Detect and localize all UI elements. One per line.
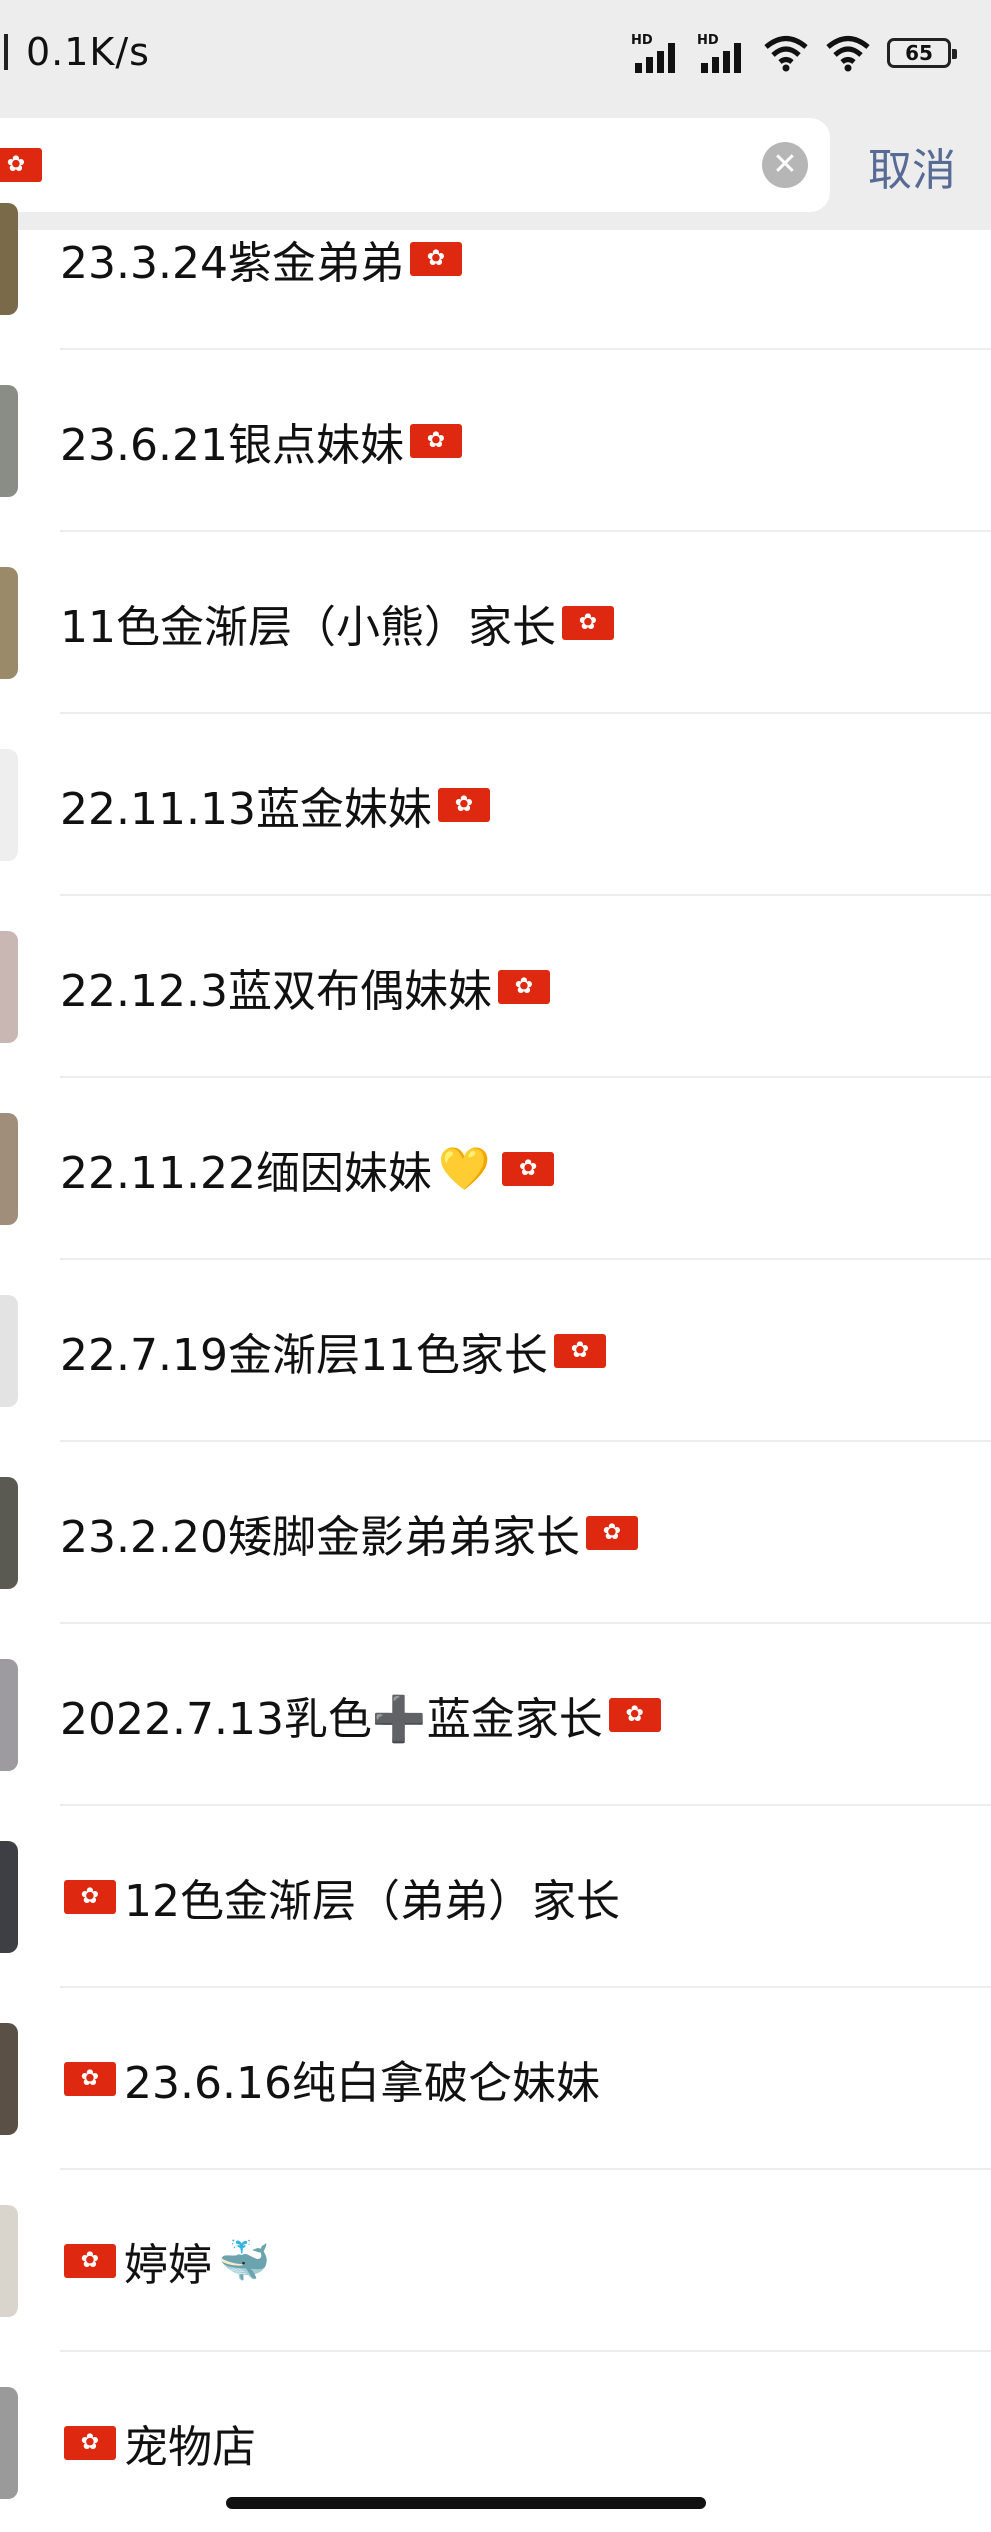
network-speed: 0.1K/s [26,30,150,74]
contact-name: 宠物店 [60,2411,256,2475]
contact-name-text: 23.6.21银点妹妹 [60,420,404,471]
avatar [0,1295,18,1407]
contact-name: 23.2.20矮脚金影弟弟家长 [60,1501,638,1565]
contact-name-text: 22.7.19金渐层11色家长 [60,1330,548,1381]
contact-row[interactable]: 12色金渐层（弟弟）家长 [0,1806,991,1988]
avatar [0,931,18,1043]
contact-row[interactable]: 23.3.24紫金弟弟 [0,168,991,350]
contact-name: 22.12.3蓝双布偶妹妹 [60,955,550,1019]
contact-row[interactable]: 23.6.21银点妹妹 [0,350,991,532]
signal-strength-icon: HD [631,33,681,73]
avatar [0,1659,18,1771]
avatar [0,203,18,315]
contact-name: 婷婷🐳 [60,2229,276,2293]
signal-edge-icon [4,34,8,70]
contact-name: 11色金渐层（小熊）家长 [60,591,614,655]
contact-name: 22.11.22缅因妹妹 💛 [60,1137,555,1201]
avatar [0,567,18,679]
hong-kong-flag-icon [409,242,462,276]
contact-row[interactable]: 2022.7.13乳色➕蓝金家长 [0,1624,991,1806]
contact-row[interactable]: 22.7.19金渐层11色家长 [0,1260,991,1442]
hong-kong-flag-icon [585,1516,638,1550]
avatar [0,1113,18,1225]
contact-row[interactable]: 22.11.22缅因妹妹 💛 [0,1078,991,1260]
contact-name-text: 11色金渐层（小熊）家长 [60,602,556,653]
hong-kong-flag-icon [64,2426,116,2460]
contact-name-text: 23.3.24紫金弟弟 [60,238,404,289]
hd-label: HD [697,33,719,48]
hong-kong-flag-icon [409,424,462,458]
avatar [0,2387,18,2499]
contact-row[interactable]: 11色金渐层（小熊）家长 [0,532,991,714]
hong-kong-flag-icon [497,970,550,1004]
contact-name-text: 2022.7.13乳色➕蓝金家长 [60,1694,603,1745]
signal-strength-icon: HD [697,33,747,73]
status-left: 0.1K/s [0,24,150,80]
contact-name-text: 婷婷 [124,2240,212,2291]
battery-level: 65 [905,41,933,65]
emoji: 🐳 [218,2236,271,2285]
hong-kong-flag-icon [64,1880,116,1914]
hong-kong-flag-icon [562,606,614,640]
avatar [0,1841,18,1953]
contact-name-text: 23.2.20矮脚金影弟弟家长 [60,1512,580,1563]
hong-kong-flag-icon [437,788,490,822]
contact-name: 22.11.13蓝金妹妹 [60,773,490,837]
contact-name-text: 23.6.16纯白拿破仑妹妹 [124,2058,600,2109]
emoji: 💛 [437,1144,491,1193]
contact-name-text: 12色金渐层（弟弟）家长 [124,1876,620,1927]
battery-icon: 65 [887,38,957,68]
contact-name-text: 22.12.3蓝双布偶妹妹 [60,966,492,1017]
contact-row[interactable]: 22.11.13蓝金妹妹 [0,714,991,896]
hong-kong-flag-icon [64,2062,116,2096]
screen: 0.1K/s HD HD 65 ✿ ✕ 取消 23.3.24紫金弟弟 ✿ 23.… [0,0,991,2532]
contact-row[interactable]: 23.6.16纯白拿破仑妹妹 [0,1988,991,2170]
avatar [0,1477,18,1589]
hong-kong-flag-icon [502,1152,555,1186]
wifi-icon [763,34,809,72]
avatar [0,2205,18,2317]
hong-kong-flag-icon [608,1698,661,1732]
contact-name: 12色金渐层（弟弟）家长 [60,1865,620,1929]
contact-name: 23.3.24紫金弟弟 [60,227,462,291]
avatar [0,385,18,497]
avatar [0,749,18,861]
status-bar: 0.1K/s HD HD 65 [0,0,991,106]
hd-label: HD [631,33,653,48]
contact-name: 22.7.19金渐层11色家长 [60,1319,606,1383]
contact-name-text: 宠物店 [124,2422,256,2473]
contact-name-text: 22.11.13蓝金妹妹 [60,784,432,835]
hong-kong-flag-icon [64,2244,116,2278]
contact-name: 23.6.16纯白拿破仑妹妹 [60,2047,600,2111]
contact-name: 2022.7.13乳色➕蓝金家长 [60,1683,661,1747]
hong-kong-flag-icon [553,1334,606,1368]
contact-name-text: 22.11.22缅因妹妹 [60,1148,432,1199]
avatar [0,2023,18,2135]
contact-row[interactable]: 23.2.20矮脚金影弟弟家长 [0,1442,991,1624]
wifi-icon [825,34,871,72]
status-icons: HD HD 65 [631,28,957,78]
contact-row[interactable]: 婷婷🐳 [0,2170,991,2352]
contact-name: 23.6.21银点妹妹 [60,409,462,473]
home-indicator[interactable] [226,2497,706,2509]
contact-row[interactable]: 22.12.3蓝双布偶妹妹 [0,896,991,1078]
